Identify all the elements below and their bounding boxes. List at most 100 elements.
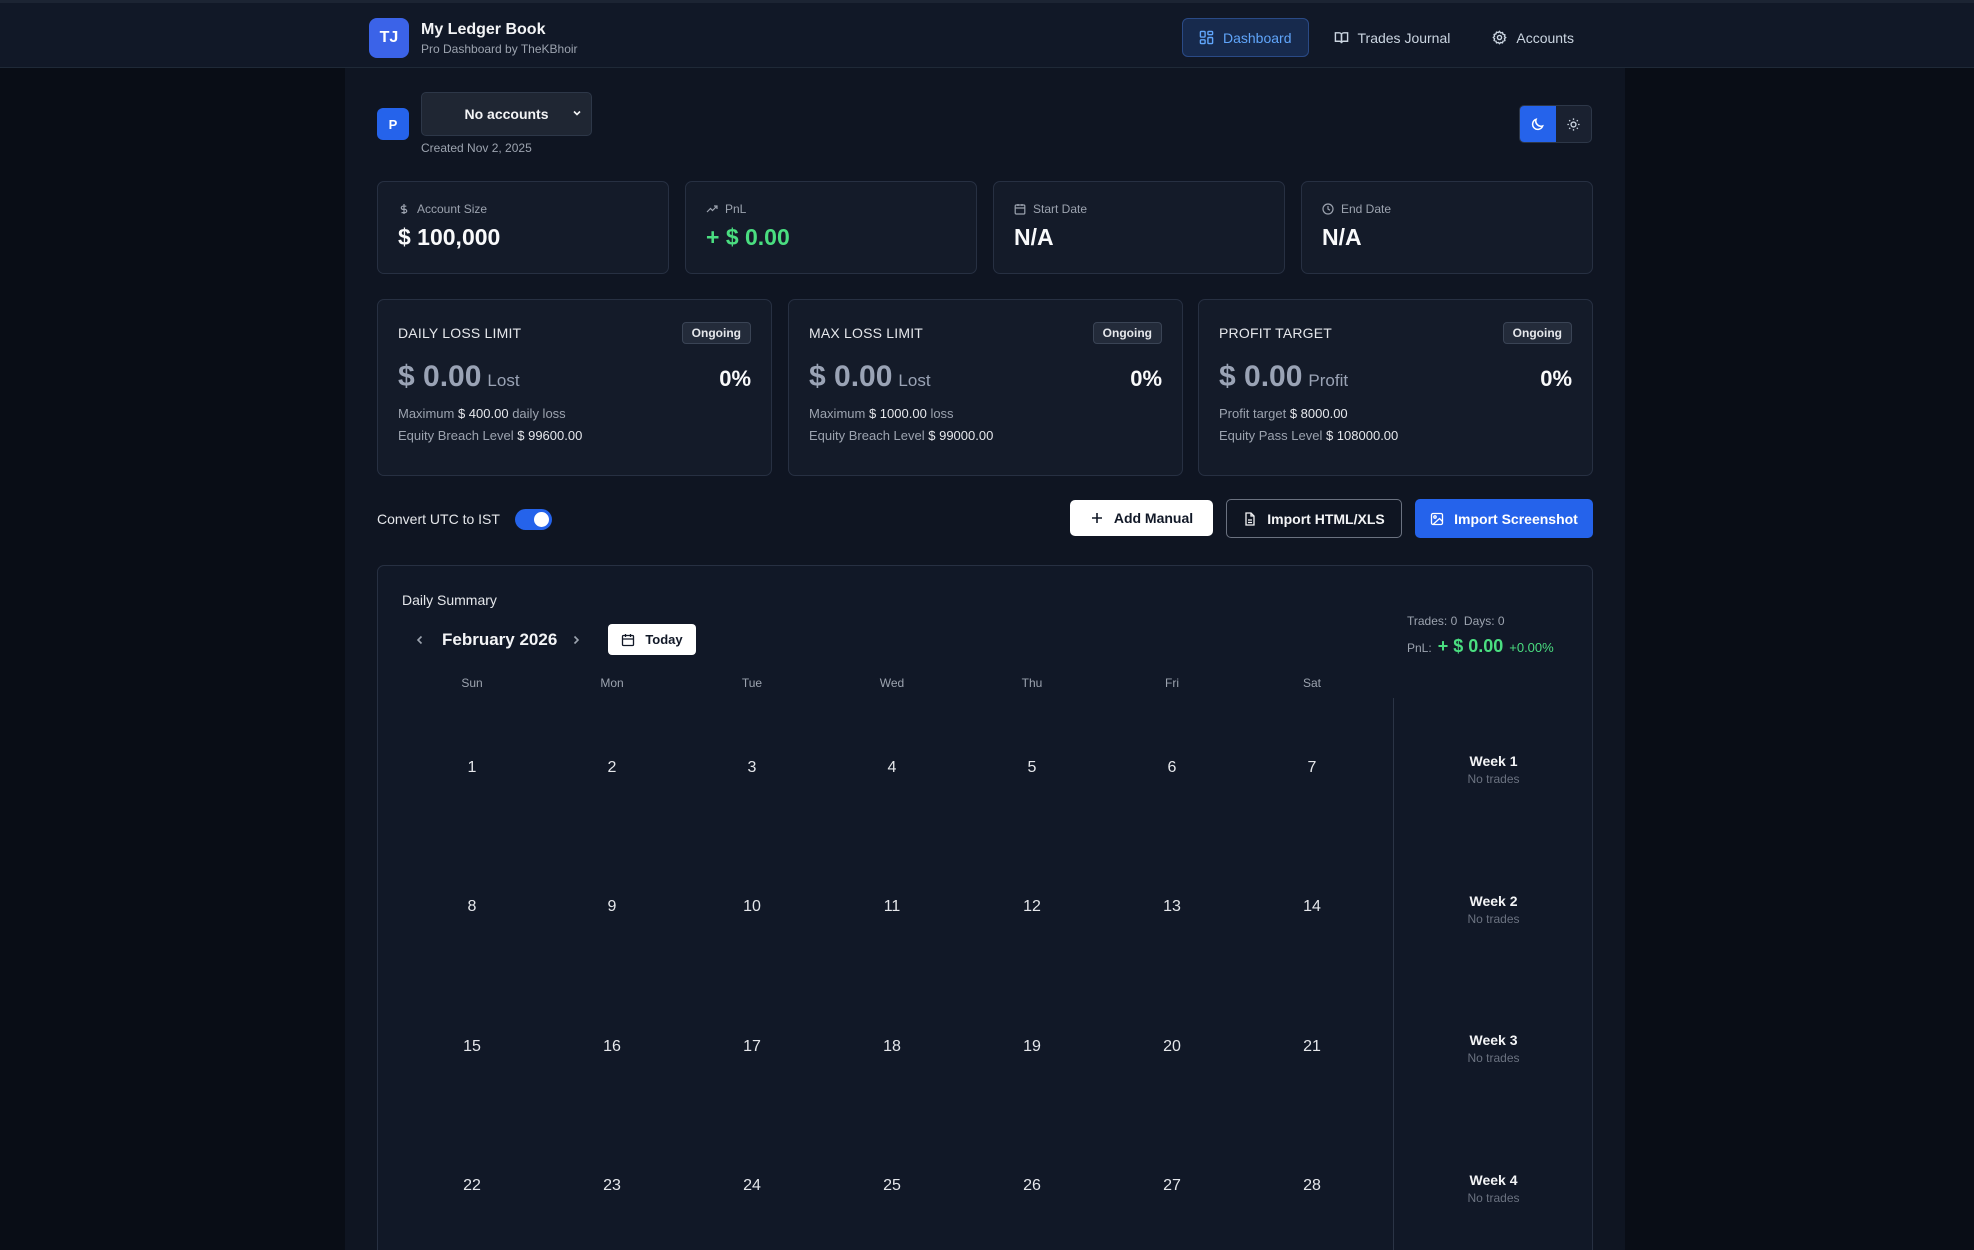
chevron-left-icon (416, 635, 423, 645)
line-value: $ 99600.00 (517, 428, 583, 443)
week-summary: Week 2 No trades (1394, 838, 1592, 978)
weekday-header: Sun Mon Tue Wed Thu Fri Sat (402, 676, 1382, 690)
stat-card-end-date: End Date N/A (1301, 181, 1593, 274)
limit-amount-value: $ 0.00 (1219, 360, 1303, 393)
week-summary-column: Week 1 No trades Week 2 No trades Week 3… (1393, 698, 1592, 1250)
brand[interactable]: TJ My Ledger Book Pro Dashboard by TheKB… (369, 18, 578, 58)
stat-card-account-size: Account Size $ 100,000 (377, 181, 669, 274)
line-label: Maximum (398, 406, 455, 421)
line-value: $ 108000.00 (1325, 428, 1399, 443)
weekday-label: Sat (1302, 676, 1321, 690)
stat-value: + $ 0.00 (706, 224, 790, 250)
today-button[interactable]: Today (608, 624, 696, 655)
day-cell[interactable]: 5 (962, 698, 1102, 838)
day-cell[interactable]: 1 (402, 698, 542, 838)
line-label: Equity Breach Level (809, 428, 925, 443)
day-cell[interactable]: 20 (1102, 977, 1242, 1117)
stat-label-text: End Date (1341, 202, 1392, 216)
day-cell[interactable]: 24 (682, 1117, 822, 1250)
day-cell[interactable]: 16 (542, 977, 682, 1117)
nav-accounts[interactable]: Accounts (1475, 18, 1591, 57)
limit-amount-value: $ 0.00 (809, 360, 893, 393)
book-icon (1334, 32, 1348, 44)
limit-amount-value: $ 0.00 (398, 360, 482, 393)
stat-card-pnl: PnL + $ 0.00 (685, 181, 977, 274)
day-cell[interactable]: 18 (822, 977, 962, 1117)
chevron-right-icon (573, 635, 580, 645)
day-cell[interactable]: 12 (962, 838, 1102, 978)
brand-subtitle: Pro Dashboard by TheKBhoir (421, 41, 578, 56)
nav-accounts-label: Accounts (1516, 29, 1574, 46)
week-status: No trades (1467, 1051, 1520, 1065)
day-cell[interactable]: 21 (1242, 977, 1382, 1117)
limit-title: PROFIT TARGET (1219, 325, 1333, 341)
day-cell[interactable]: 14 (1242, 838, 1382, 978)
account-select[interactable]: No accounts (421, 92, 592, 136)
calendar-icon (1014, 204, 1026, 215)
day-cell[interactable]: 26 (962, 1117, 1102, 1250)
day-cell[interactable]: 28 (1242, 1117, 1382, 1250)
day-cell[interactable]: 10 (682, 838, 822, 978)
calendar-icon (622, 633, 635, 646)
week-name: Week 3 (1469, 1032, 1518, 1048)
image-icon (1430, 512, 1444, 525)
nav-trades-journal[interactable]: Trades Journal (1317, 18, 1468, 57)
stat-label-text: Account Size (417, 202, 488, 216)
stat-label-text: Start Date (1033, 202, 1088, 216)
trades-count: Trades: 0 (1407, 614, 1458, 628)
week-row: 1 2 3 4 5 6 7 (402, 698, 1382, 838)
week-name: Week 4 (1469, 1171, 1518, 1188)
limit-amount: $ 0.00 Lost (809, 360, 931, 394)
day-cell[interactable]: 13 (1102, 838, 1242, 978)
limit-card-profit-target: PROFIT TARGET Ongoing $ 0.00 Profit 0% Pr… (1198, 299, 1593, 476)
weekday-label: Sun (461, 676, 483, 690)
day-cell[interactable]: 23 (542, 1117, 682, 1250)
import-html-button[interactable]: Import HTML/XLS (1226, 499, 1402, 538)
weekday-label: Mon (600, 676, 624, 690)
day-cell[interactable]: 11 (822, 838, 962, 978)
day-cell[interactable]: 25 (822, 1117, 962, 1250)
week-status: No trades (1467, 911, 1520, 926)
dark-mode-button[interactable] (1520, 106, 1556, 142)
light-mode-button[interactable] (1556, 106, 1592, 142)
day-cell[interactable]: 22 (402, 1117, 542, 1250)
stat-label: End Date (1322, 202, 1572, 216)
day-cell[interactable]: 4 (822, 698, 962, 838)
line-label: Profit target (1219, 406, 1287, 421)
day-cell[interactable]: 9 (542, 838, 682, 978)
import-html-label: Import HTML/XLS (1267, 510, 1385, 527)
import-screenshot-button[interactable]: Import Screenshot (1415, 499, 1593, 538)
day-cell[interactable]: 8 (402, 838, 542, 978)
limit-amount: $ 0.00 Lost (398, 360, 520, 394)
chevron-down-icon (573, 110, 581, 116)
day-cell[interactable]: 6 (1102, 698, 1242, 838)
day-cell[interactable]: 2 (542, 698, 682, 838)
add-manual-button[interactable]: Add Manual (1070, 500, 1213, 536)
week-summary: Week 1 No trades (1394, 698, 1592, 838)
day-cell[interactable]: 15 (402, 977, 542, 1117)
utc-toggle-switch[interactable] (515, 509, 552, 530)
pnl-value: + $ 0.00 (1437, 636, 1504, 656)
stat-value: $ 100,000 (398, 224, 501, 250)
limit-amount-unit: Lost (487, 371, 520, 390)
day-cell[interactable]: 7 (1242, 698, 1382, 838)
nav-dashboard[interactable]: Dashboard (1182, 18, 1309, 57)
sun-icon (1567, 117, 1580, 131)
day-cell[interactable]: 17 (682, 977, 822, 1117)
brand-text: My Ledger Book Pro Dashboard by TheKBhoi… (421, 21, 578, 56)
week-summary: Week 4 No trades (1394, 1117, 1592, 1250)
day-cell[interactable]: 3 (682, 698, 822, 838)
moon-icon (1532, 117, 1545, 130)
limit-equity-line: Equity Pass Level $ 108000.00 (1219, 428, 1572, 443)
account-avatar: P (377, 108, 409, 140)
weekday-label: Wed (879, 676, 905, 690)
next-month-button[interactable] (568, 632, 584, 648)
limit-card-max-loss: MAX LOSS LIMIT Ongoing $ 0.00 Lost 0% Max… (788, 299, 1183, 476)
prev-month-button[interactable] (412, 632, 428, 648)
today-label: Today (645, 632, 683, 647)
status-badge: Ongoing (681, 322, 751, 344)
day-cell[interactable]: 19 (962, 977, 1102, 1117)
day-cell[interactable]: 27 (1102, 1117, 1242, 1250)
month-summary: Trades: 0 Days: 0 PnL: + $ 0.00 +0.00% (1407, 614, 1554, 657)
limit-amount-unit: Lost (898, 371, 931, 390)
